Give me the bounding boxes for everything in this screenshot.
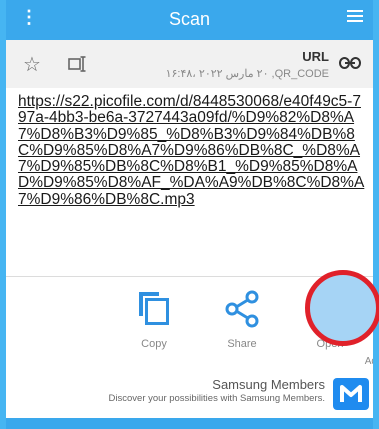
scan-meta-text: ٢٠ مارس ٢٠٢٢ ،١۶:۴٨ ,QR_CODE [165, 68, 329, 80]
hamburger-menu-icon[interactable] [347, 10, 363, 25]
link-icon [339, 56, 361, 74]
share-label: Share [227, 338, 257, 350]
edit-text-icon[interactable] [68, 56, 90, 77]
ad-title[interactable]: Samsung Members [212, 377, 325, 392]
share-button[interactable]: Share [207, 288, 277, 350]
copy-icon [119, 288, 189, 330]
tap-indicator-circle [305, 270, 379, 346]
code-type-label: URL [302, 49, 329, 64]
copy-label: Copy [141, 338, 167, 350]
app-window: ⋮ Scan ☆ URL ٢٠ مارس ٢٠٢٢ ،١۶:۴٨ ,QR_COD… [6, 0, 373, 429]
share-icon [207, 288, 277, 330]
ad-subtitle[interactable]: Discover your possibilities with Samsung… [109, 393, 325, 404]
divider [6, 276, 373, 277]
scan-info-row: ☆ URL ٢٠ مارس ٢٠٢٢ ،١۶:۴٨ ,QR_CODE [6, 40, 373, 88]
page-title: Scan [168, 9, 211, 29]
ad-marker: Ad [364, 356, 373, 367]
samsung-members-logo-icon[interactable] [333, 378, 369, 410]
star-icon[interactable]: ☆ [23, 52, 41, 77]
copy-button[interactable]: Copy [119, 288, 189, 350]
top-bar: ⋮ Scan [6, 0, 373, 40]
scanned-url-text[interactable]: https://s22.picofile.com/d/8448530068/e4… [18, 93, 366, 208]
bottom-banner-bar [6, 418, 373, 429]
